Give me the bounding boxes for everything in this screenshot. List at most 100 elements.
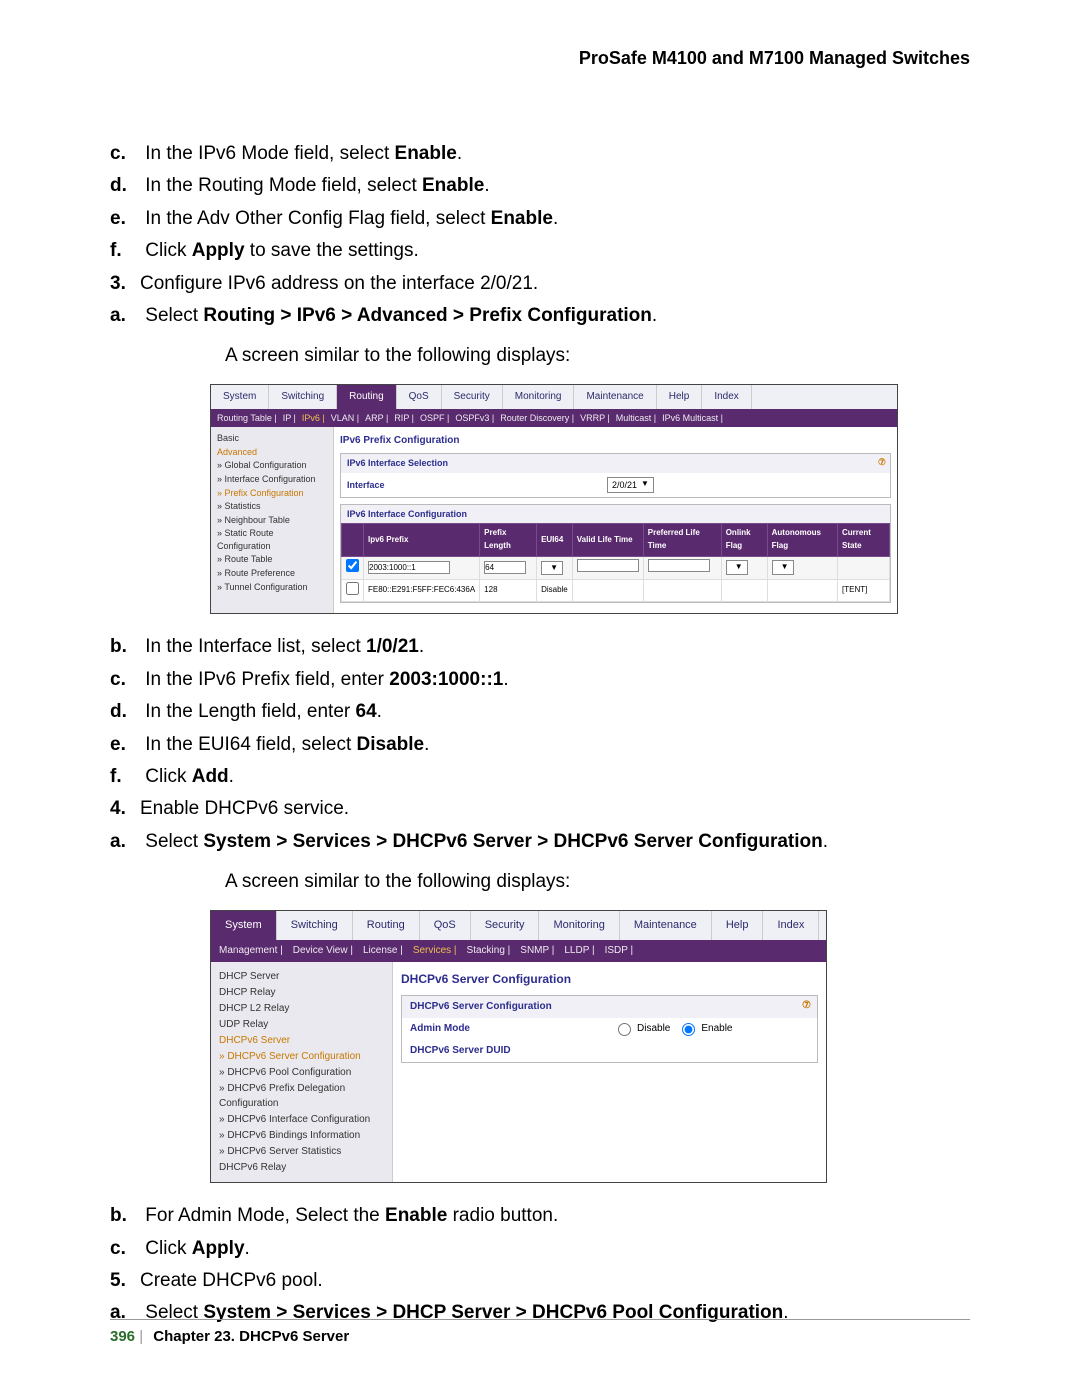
subtab-isdp[interactable]: ISDP | (605, 945, 634, 956)
prefix-table: Ipv6 PrefixPrefix LengthEUI64Valid Life … (341, 523, 890, 602)
col-header: Preferred Life Time (643, 524, 721, 557)
tab-monitoring[interactable]: Monitoring (503, 385, 575, 409)
sidebar-item[interactable]: DHCP Relay (219, 985, 384, 1000)
sidebar-item[interactable]: Basic (217, 432, 327, 445)
help-icon[interactable]: ⑦ (802, 998, 811, 1014)
admin-mode-enable-radio[interactable] (682, 1023, 695, 1036)
sidebar-item[interactable]: » DHCPv6 Bindings Information (219, 1128, 384, 1143)
subtab-arp[interactable]: ARP | (365, 413, 388, 423)
sidebar-item[interactable]: DHCP Server (219, 969, 384, 984)
tab-routing[interactable]: Routing (337, 385, 396, 409)
sidebar-item[interactable]: » Global Configuration (217, 459, 327, 472)
row-checkbox[interactable] (346, 582, 359, 595)
subtab-vrrp[interactable]: VRRP | (580, 413, 610, 423)
duid-label: DHCPv6 Server DUID (410, 1043, 610, 1059)
step-d: d. In the Routing Mode field, select Ena… (110, 171, 970, 201)
subtab-ospf[interactable]: OSPF | (420, 413, 449, 423)
eui64-select[interactable]: ▼ (541, 561, 563, 576)
subtab-lldp[interactable]: LLDP | (564, 945, 594, 956)
subtab-snmp[interactable]: SNMP | (520, 945, 554, 956)
sidebar: DHCP ServerDHCP RelayDHCP L2 RelayUDP Re… (211, 962, 393, 1182)
row-checkbox[interactable] (346, 559, 359, 572)
step-4: 4.Enable DHCPv6 service. (110, 794, 970, 824)
subtab-stacking[interactable]: Stacking | (467, 945, 511, 956)
sidebar-item[interactable]: » Route Preference (217, 567, 327, 580)
tab-security[interactable]: Security (471, 911, 540, 941)
tab-index[interactable]: Index (763, 911, 819, 941)
preferred-life-input[interactable] (648, 559, 710, 572)
tab-monitoring[interactable]: Monitoring (539, 911, 619, 941)
subtab-services[interactable]: Services | (413, 945, 457, 956)
tab-switching[interactable]: Switching (269, 385, 337, 409)
tab-qos[interactable]: QoS (397, 385, 442, 409)
tab-index[interactable]: Index (702, 385, 751, 409)
tab-maintenance[interactable]: Maintenance (620, 911, 712, 941)
sidebar-item[interactable]: DHCPv6 Relay (219, 1160, 384, 1175)
step-3e: e. In the EUI64 field, select Disable. (110, 730, 970, 760)
sidebar-item[interactable]: » DHCPv6 Server Configuration (219, 1049, 384, 1064)
tab-routing[interactable]: Routing (353, 911, 420, 941)
tab-qos[interactable]: QoS (420, 911, 471, 941)
subtab-multicast[interactable]: Multicast | (616, 413, 656, 423)
sidebar-item[interactable]: » Route Table (217, 553, 327, 566)
step-3d: d. In the Length field, enter 64. (110, 697, 970, 727)
subtab-ip[interactable]: IP | (283, 413, 296, 423)
subtab-management[interactable]: Management | (219, 945, 283, 956)
subtab-license[interactable]: License | (363, 945, 403, 956)
tab-security[interactable]: Security (442, 385, 503, 409)
main-tabs: SystemSwitchingRoutingQoSSecurityMonitor… (211, 911, 826, 941)
sidebar-item[interactable]: » Neighbour Table (217, 514, 327, 527)
valid-life-input[interactable] (577, 559, 639, 572)
subtab-routing-table[interactable]: Routing Table | (217, 413, 277, 423)
sub-tabs: Routing Table | IP | IPv6 | VLAN | ARP | RIP … (211, 409, 897, 427)
col-header: Onlink Flag (721, 524, 767, 557)
tab-help[interactable]: Help (712, 911, 764, 941)
page-footer: 396 | Chapter 23. DHCPv6 Server (110, 1319, 970, 1345)
tab-help[interactable]: Help (657, 385, 703, 409)
tab-system[interactable]: System (211, 385, 269, 409)
tab-maintenance[interactable]: Maintenance (574, 385, 656, 409)
sidebar-item[interactable]: Advanced (217, 446, 327, 459)
sidebar-item[interactable]: » Statistics (217, 500, 327, 513)
col-header: Current State (838, 524, 890, 557)
sidebar-item[interactable]: » Prefix Configuration (217, 487, 327, 500)
table-row: FE80::E291:F5FF:FEC6:436A 128 Disable [T… (342, 579, 890, 602)
sidebar-item[interactable]: DHCPv6 Server (219, 1033, 384, 1048)
sidebar-item[interactable]: » Tunnel Configuration (217, 581, 327, 594)
onlink-select[interactable]: ▼ (726, 560, 748, 575)
tab-system[interactable]: System (211, 911, 277, 941)
sidebar-item[interactable]: » DHCPv6 Prefix Delegation Configuration (219, 1081, 384, 1111)
sidebar-item[interactable]: DHCP L2 Relay (219, 1001, 384, 1016)
subtab-ipv6[interactable]: IPv6 | (302, 413, 325, 423)
prefix-length-input[interactable]: 64 (484, 561, 526, 574)
subtab-ipv6-multicast[interactable]: IPv6 Multicast | (662, 413, 723, 423)
step-5: 5.Create DHCPv6 pool. (110, 1266, 970, 1296)
screenshot-dhcpv6-server: SystemSwitchingRoutingQoSSecurityMonitor… (210, 910, 827, 1184)
sidebar-item[interactable]: » Interface Configuration (217, 473, 327, 486)
autonomous-select[interactable]: ▼ (772, 560, 794, 575)
subtab-device-view[interactable]: Device View | (293, 945, 353, 956)
sidebar: BasicAdvanced» Global Configuration» Int… (211, 427, 334, 613)
sidebar-item[interactable]: » DHCPv6 Pool Configuration (219, 1065, 384, 1080)
tab-switching[interactable]: Switching (277, 911, 353, 941)
col-header: Ipv6 Prefix (364, 524, 480, 557)
sidebar-item[interactable]: UDP Relay (219, 1017, 384, 1032)
sidebar-item[interactable]: » DHCPv6 Server Statistics (219, 1144, 384, 1159)
help-icon[interactable]: ⑦ (878, 455, 886, 469)
instructions: c. In the IPv6 Mode field, select Enable… (110, 139, 970, 1329)
ipv6-prefix-input[interactable]: 2003:1000::1 (368, 561, 450, 574)
subtab-router-discovery[interactable]: Router Discovery | (500, 413, 574, 423)
subtab-ospfv3[interactable]: OSPFv3 | (455, 413, 494, 423)
step-3: 3.Configure IPv6 address on the interfac… (110, 269, 970, 299)
panel-title: DHCPv6 Server Configuration (401, 970, 818, 989)
sidebar-item[interactable]: » Static Route Configuration (217, 527, 327, 552)
interface-select[interactable]: 2/0/21▼ (607, 477, 654, 493)
subtab-vlan[interactable]: VLAN | (331, 413, 359, 423)
sidebar-item[interactable]: » DHCPv6 Interface Configuration (219, 1112, 384, 1127)
chevron-down-icon: ▼ (550, 562, 558, 575)
subtab-rip[interactable]: RIP | (394, 413, 414, 423)
col-header: EUI64 (537, 524, 573, 557)
step-4b: b. For Admin Mode, Select the Enable rad… (110, 1201, 970, 1231)
admin-mode-disable-radio[interactable] (618, 1023, 631, 1036)
step-4c: c. Click Apply. (110, 1234, 970, 1264)
